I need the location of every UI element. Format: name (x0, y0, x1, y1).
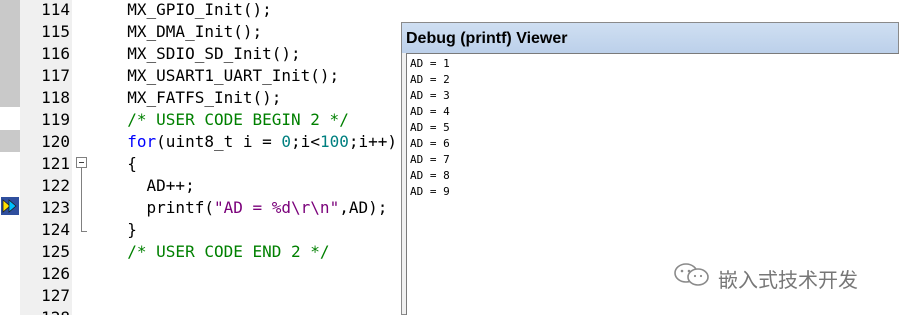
output-line: AD = 8 (410, 169, 450, 182)
viewer-title[interactable]: Debug (printf) Viewer (402, 23, 898, 53)
line-number: 114 (41, 0, 70, 19)
output-line: AD = 6 (410, 137, 450, 150)
line-number: 128 (20, 307, 72, 315)
collapse-fold-icon[interactable] (76, 157, 87, 168)
code-line[interactable]: MX_FATFS_Init(); (108, 87, 281, 109)
output-line: AD = 5 (410, 121, 450, 134)
output-line: AD = 2 (410, 73, 450, 86)
line-number: 127 (41, 286, 70, 305)
margin-highlight (0, 130, 20, 152)
watermark-text: 嵌入式技术开发 (718, 268, 858, 292)
line-number: 119 (41, 110, 70, 129)
code-comment: /* USER CODE END 2 */ (127, 242, 330, 261)
fold-guide (81, 168, 82, 232)
breakpoint-margin[interactable] (0, 0, 20, 315)
code-text: ,AD); (339, 198, 388, 217)
line-number: 124 (41, 220, 70, 239)
code-line[interactable]: MX_USART1_UART_Init(); (108, 65, 339, 87)
code-text: MX_GPIO_Init(); (108, 0, 272, 19)
margin-highlight (0, 0, 20, 107)
code-comment: /* USER CODE BEGIN 2 */ (127, 110, 349, 129)
current-line-arrow-icon (1, 197, 19, 215)
line-number: 123 (41, 198, 70, 217)
code-text: MX_SDIO_SD_Init(); (108, 44, 301, 63)
output-line: AD = 9 (410, 185, 450, 198)
code-text: MX_USART1_UART_Init(); (108, 66, 340, 85)
code-keyword: for (127, 132, 157, 151)
wechat-logo-icon (674, 263, 709, 286)
code-text: ;i< (291, 132, 320, 151)
code-line[interactable]: AD++; (108, 175, 195, 197)
line-number: 115 (41, 22, 70, 41)
code-text: { (108, 154, 137, 173)
code-number: 0 (281, 132, 292, 151)
output-line: AD = 7 (410, 153, 450, 166)
code-line[interactable]: MX_DMA_Init(); (108, 21, 262, 43)
code-line[interactable]: /* USER CODE END 2 */ (108, 241, 330, 263)
code-line[interactable]: for(uint8_t i = 0;i<100;i++) (108, 131, 397, 153)
output-line: AD = 3 (410, 89, 450, 102)
code-text: } (108, 220, 137, 239)
code-line[interactable]: } (108, 219, 137, 241)
line-number: 117 (41, 66, 70, 85)
code-number: 100 (319, 132, 349, 151)
code-text: MX_FATFS_Init(); (108, 88, 282, 107)
line-number: 118 (41, 88, 70, 107)
code-line[interactable]: MX_SDIO_SD_Init(); (108, 43, 301, 65)
output-line: AD = 4 (410, 105, 450, 118)
output-line: AD = 1 (410, 57, 450, 70)
code-text: (uint8_t i = (156, 132, 282, 151)
line-number: 120 (41, 132, 70, 151)
line-number: 125 (41, 242, 70, 261)
code-line[interactable]: printf("AD = %d\r\n",AD); (108, 197, 388, 219)
line-number: 121 (41, 154, 70, 173)
code-line[interactable]: MX_GPIO_Init(); (108, 0, 272, 21)
code-text: AD++; (108, 176, 195, 195)
line-number: 116 (41, 44, 70, 63)
line-number: 122 (41, 176, 70, 195)
fold-guide-end (81, 231, 87, 232)
line-number: 126 (41, 264, 70, 283)
code-text: printf( (108, 198, 214, 217)
code-line[interactable]: /* USER CODE BEGIN 2 */ (108, 109, 349, 131)
code-string: "AD = %d\r\n" (213, 198, 340, 217)
code-line[interactable]: { (108, 153, 137, 175)
code-text: MX_DMA_Init(); (108, 22, 263, 41)
code-text: ;i++) (348, 132, 398, 151)
